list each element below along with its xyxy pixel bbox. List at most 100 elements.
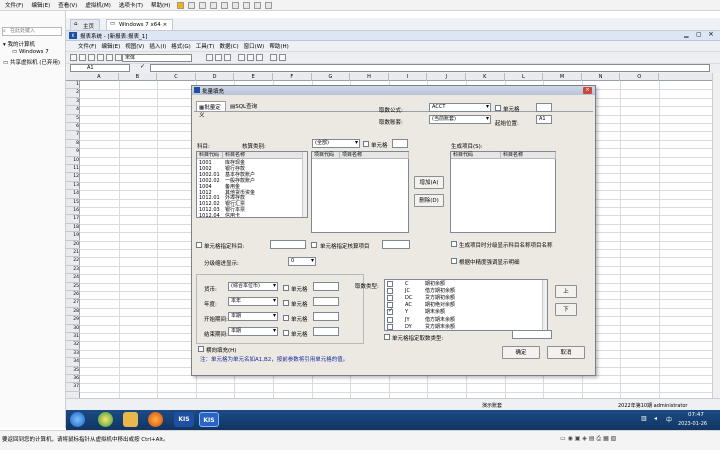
row-header[interactable]: 1 [66, 81, 80, 90]
tree-my-computer[interactable]: ▾ 我的计算机 [3, 40, 35, 48]
fetch-type-scrollbar[interactable] [542, 280, 547, 330]
row-header[interactable]: 19 [66, 232, 80, 241]
gen-name-checkbox[interactable] [451, 241, 457, 247]
tab-sql-query[interactable]: ▤SQL查询 [228, 101, 266, 111]
subject-scrollbar[interactable] [302, 152, 307, 217]
network-icon[interactable]: ▥ [641, 415, 647, 422]
volume-icon[interactable]: ◂ [654, 415, 657, 422]
border-icon[interactable] [270, 54, 277, 61]
ok-button[interactable]: 确定 [502, 346, 540, 359]
cancel-button[interactable]: 取消 [547, 346, 585, 359]
row-header[interactable]: 12 [66, 173, 80, 182]
start-period-cell-checkbox[interactable] [283, 315, 289, 321]
row-header[interactable]: 11 [66, 165, 80, 174]
row-header[interactable]: 23 [66, 266, 80, 275]
column-header[interactable]: L [505, 73, 544, 81]
fetch-type-row[interactable]: JY 借方期末余额 [385, 316, 541, 324]
device-icons[interactable]: ▭ ◉ ▣ ◈ ▤ ⎙ ▦ ▧ [560, 435, 616, 443]
delete-button[interactable]: 删除(D) [414, 194, 444, 207]
subject-list[interactable]: 科目代码 科目名称 1001 库存现金 1002 银行存款 1002.01 基本存款账户 1… [196, 151, 308, 218]
media-player-icon[interactable] [148, 412, 163, 427]
function-icon[interactable]: ✓ [140, 63, 145, 70]
revert-snapshot-icon[interactable] [210, 1, 218, 9]
align-right-icon[interactable] [256, 54, 263, 61]
new-icon[interactable] [70, 54, 77, 61]
end-period-cell-checkbox[interactable] [283, 330, 289, 336]
print-icon[interactable] [97, 54, 104, 61]
tab-windows7[interactable]: ▭ Windows 7 x64 × [106, 19, 174, 30]
add-button[interactable]: 增加(A) [414, 176, 444, 189]
end-period-select[interactable]: 本期 [228, 327, 278, 336]
row-header[interactable]: 24 [66, 274, 80, 283]
tab-home[interactable]: ⌂ 主页 [70, 19, 101, 30]
column-header[interactable]: G [312, 73, 351, 81]
level-indent-select[interactable]: 0 [288, 257, 316, 266]
fetch-type-cell-checkbox[interactable] [384, 334, 390, 340]
fetch-type-checkbox[interactable] [387, 308, 393, 316]
currency-select[interactable]: (综合本位币) [228, 282, 278, 291]
pause-icon[interactable] [177, 1, 185, 9]
copy-icon[interactable] [115, 54, 122, 61]
formula-cell-checkbox[interactable] [495, 105, 501, 111]
row-header[interactable]: 8 [66, 140, 80, 149]
font-select[interactable]: 宋体 [122, 54, 192, 62]
column-header[interactable]: I [389, 73, 428, 81]
row-header[interactable]: 15 [66, 199, 80, 207]
column-header[interactable]: N [582, 73, 621, 81]
row-header[interactable]: 9 [66, 148, 80, 157]
kis-task-button-2[interactable]: KIS [199, 412, 219, 427]
kis-menu-format[interactable]: 格式(G) [169, 42, 193, 50]
close-icon[interactable]: × [163, 22, 168, 28]
row-header[interactable]: 33 [66, 350, 80, 359]
column-header[interactable]: M [543, 73, 582, 81]
column-header[interactable]: H [350, 73, 389, 81]
row-header[interactable]: 14 [66, 190, 80, 199]
move-up-button[interactable]: 上 [555, 285, 577, 298]
fetch-type-row[interactable]: C 期初余额 [385, 281, 541, 288]
kis-menu-file[interactable]: 文件(F) [76, 42, 98, 50]
clock-date[interactable]: 2023-01-26 [678, 421, 707, 427]
fetch-type-checkbox[interactable] [387, 316, 393, 323]
column-header[interactable]: A [80, 73, 119, 81]
formula-cell-input[interactable] [536, 103, 552, 112]
console-view-icon[interactable] [254, 1, 262, 9]
row-header[interactable]: 20 [66, 241, 80, 249]
italic-icon[interactable] [215, 54, 222, 61]
aux-item-list[interactable]: 项目代码 项目名称 [311, 151, 409, 233]
formula-input[interactable] [150, 64, 710, 72]
column-header[interactable]: O [620, 73, 659, 81]
row-header[interactable]: 18 [66, 224, 80, 233]
column-header[interactable]: F [273, 73, 312, 81]
row-header[interactable]: 10 [66, 157, 80, 165]
cell-reference-box[interactable]: A1 [70, 64, 130, 72]
kis-menu-data[interactable]: 数据(C) [217, 42, 240, 50]
host-menu-view[interactable]: 查看(V) [55, 1, 80, 9]
snapshot-manager-icon[interactable] [221, 1, 229, 9]
row-header[interactable]: 16 [66, 207, 80, 216]
save-icon[interactable] [88, 54, 95, 61]
tree-shared-vms[interactable]: ▭ 共享虚拟机 (已弃用) [3, 58, 60, 66]
send-ctrl-alt-del-icon[interactable] [188, 1, 196, 9]
host-menu-edit[interactable]: 编辑(E) [28, 1, 53, 9]
cell-subject-input[interactable] [270, 240, 306, 249]
tab-batch-define[interactable]: ▦批量定义 [196, 101, 226, 119]
host-menu-file[interactable]: 文件(F) [2, 1, 26, 9]
input-method-icon[interactable]: 中 [666, 415, 672, 424]
row-header[interactable]: 13 [66, 182, 80, 191]
close-icon[interactable]: × [583, 87, 592, 94]
fill-color-icon[interactable] [279, 54, 286, 61]
move-down-button[interactable]: 下 [555, 303, 577, 316]
fetch-type-row[interactable]: DC 贷方期初余额 [385, 295, 541, 302]
row-header[interactable]: 25 [66, 283, 80, 291]
row-header[interactable]: 17 [66, 215, 80, 224]
row-header[interactable]: 2 [66, 89, 80, 98]
host-menu-tabs[interactable]: 选项卡(T) [116, 1, 146, 9]
fetch-type-row[interactable]: JC 借方期初余额 [385, 288, 541, 295]
open-icon[interactable] [79, 54, 86, 61]
host-menu-help[interactable]: 帮助(H) [148, 1, 173, 9]
column-header[interactable]: E [234, 73, 273, 81]
row-header[interactable]: 3 [66, 98, 80, 107]
row-header[interactable]: 34 [66, 358, 80, 367]
row-header[interactable]: 4 [66, 106, 80, 115]
fetch-type-checkbox[interactable] [387, 288, 393, 295]
